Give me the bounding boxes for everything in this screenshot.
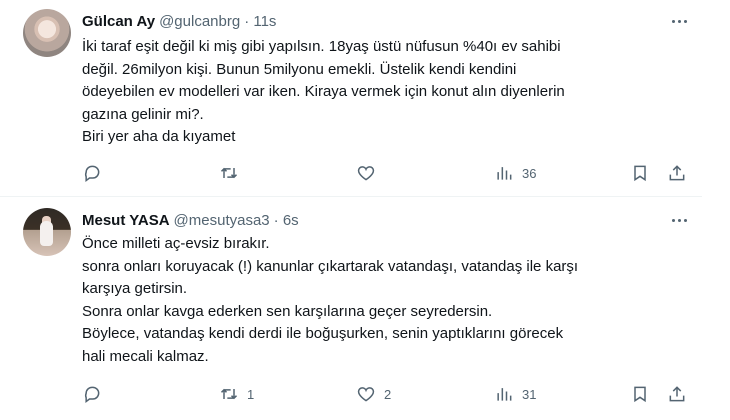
analytics-icon — [497, 388, 512, 401]
tweet-2[interactable]: Mesut YASA @mesutyasa3 · 6s Önce milleti… — [0, 198, 702, 420]
author-name[interactable]: Gülcan Ay — [82, 13, 155, 30]
retweet-button[interactable] — [219, 157, 247, 189]
views-button[interactable]: 31 — [494, 378, 536, 410]
tweet-text-line: İki taraf eşit değil ki miş gibi yapılsı… — [82, 38, 561, 55]
views-button[interactable]: 36 — [494, 157, 536, 189]
like-count: 2 — [384, 386, 392, 402]
bookmark-icon — [634, 165, 646, 182]
author-name[interactable]: Mesut YASA — [82, 212, 170, 229]
analytics-icon — [497, 167, 512, 180]
tweet-text: Önce milleti aç-evsiz bırakır. sonra onl… — [82, 233, 682, 368]
share-button[interactable] — [667, 157, 687, 189]
reply-icon — [84, 386, 100, 403]
timestamp[interactable]: · 6s — [274, 212, 299, 229]
tweet-text-line: gazına gelinir mi?. — [82, 105, 204, 123]
heart-icon — [357, 387, 375, 402]
bookmark-button[interactable] — [630, 378, 650, 410]
tweet-text-line: karşıya getirsin. — [82, 280, 188, 297]
tweet-text-line: Sonra onlar kavga ederken sen karşıların… — [82, 302, 493, 320]
tweet-text-line: Böylece, vatandaş kendi derdi ile boğuşu… — [82, 325, 564, 342]
reply-button[interactable] — [82, 378, 110, 410]
views-count: 31 — [522, 386, 537, 402]
reply-icon — [84, 165, 100, 182]
share-icon — [669, 165, 685, 181]
retweet-icon — [220, 388, 238, 400]
action-bar: 36 — [82, 157, 702, 189]
retweet-icon — [220, 167, 238, 179]
action-bar: 1 2 31 — [82, 378, 702, 410]
tweet-text-line: sonra onları koruyacak (!) kanunlar çıka… — [82, 257, 579, 275]
avatar[interactable] — [23, 208, 71, 256]
tweet-header: Gülcan Ay @gulcanbrg · 11s — [82, 10, 276, 32]
share-button[interactable] — [667, 378, 687, 410]
tweet-text-line: Önce milleti aç-evsiz bırakır. — [82, 235, 270, 252]
bookmark-icon — [634, 386, 646, 403]
tweet-text-line: hali mecali kalmaz. — [82, 347, 209, 365]
like-button[interactable] — [356, 157, 384, 189]
author-handle[interactable]: @mesutyasa3 — [174, 212, 270, 229]
reply-button[interactable] — [82, 157, 110, 189]
tweet-text: İki taraf eşit değil ki miş gibi yapılsı… — [82, 36, 682, 149]
tweet-text-line: değil. 26milyon kişi. Bunun 5milyonu eme… — [82, 60, 517, 78]
heart-icon — [357, 166, 375, 181]
retweet-count: 1 — [247, 386, 255, 402]
more-options-icon[interactable] — [668, 11, 690, 31]
like-button[interactable]: 2 — [356, 378, 391, 410]
author-handle[interactable]: @gulcanbrg — [159, 13, 240, 30]
views-count: 36 — [522, 165, 537, 181]
timestamp[interactable]: · 11s — [244, 13, 276, 30]
more-options-icon[interactable] — [668, 210, 690, 230]
tweet-header: Mesut YASA @mesutyasa3 · 6s — [82, 209, 299, 231]
tweet-text-line: Biri yer aha da kıyamet — [82, 128, 236, 145]
share-icon — [669, 386, 685, 402]
tweet-text-line: ödeyebilen ev modelleri var iken. Kiraya… — [82, 83, 565, 100]
avatar[interactable] — [23, 9, 71, 57]
retweet-button[interactable]: 1 — [219, 378, 254, 410]
tweet-1[interactable]: Gülcan Ay @gulcanbrg · 11s İki taraf eşi… — [0, 0, 702, 197]
background-edge — [702, 0, 730, 420]
bookmark-button[interactable] — [630, 157, 650, 189]
